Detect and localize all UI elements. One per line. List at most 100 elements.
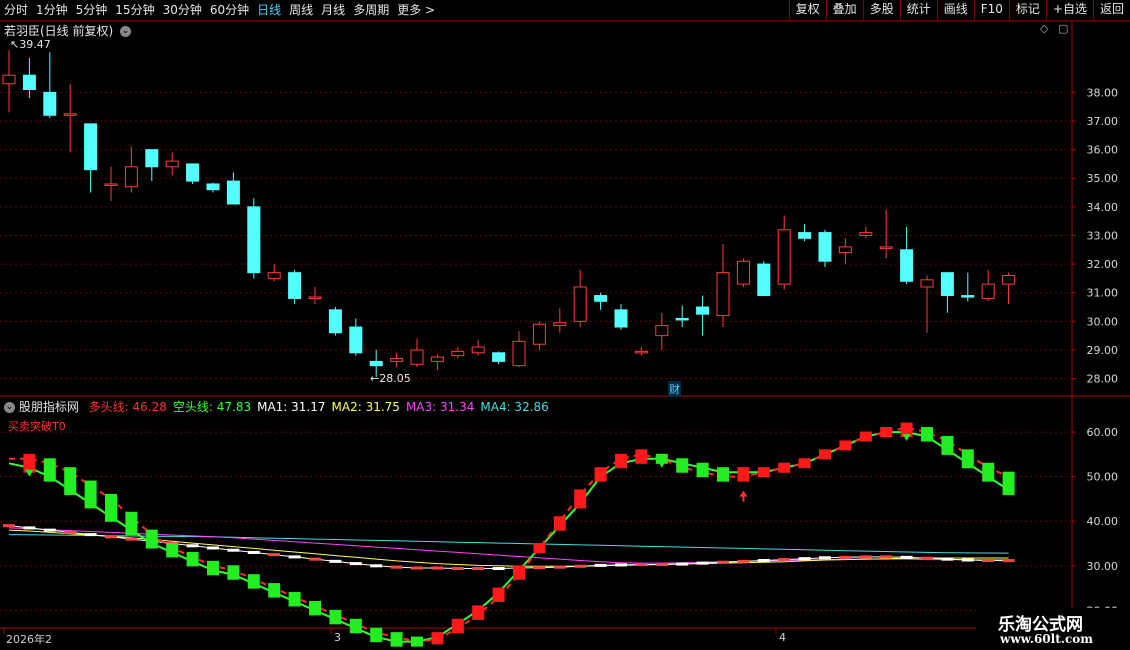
signal-block-19	[390, 632, 403, 647]
candle-body-30	[614, 309, 628, 328]
main-y-label-8: 30.00	[1087, 315, 1119, 328]
candle-body-18	[369, 360, 383, 367]
signal-block-40	[819, 449, 831, 460]
signal-block-34	[696, 462, 709, 478]
candle-body-34	[696, 306, 710, 315]
candle-body-15	[308, 296, 322, 299]
candle-body-23	[471, 346, 485, 354]
sell-arrow-3	[657, 460, 666, 468]
ma1-tick-43	[880, 555, 893, 559]
ma1-tick-30	[615, 563, 627, 567]
candle-body-39	[798, 232, 812, 239]
ma1-tick-38	[778, 558, 791, 562]
main-y-label-5: 33.00	[1087, 229, 1119, 242]
buy-arrow-1	[739, 490, 748, 502]
ma1-tick-11	[227, 548, 240, 552]
signal-block-2	[43, 458, 56, 482]
signal-block-48	[982, 462, 995, 482]
candle-body-0	[2, 74, 16, 85]
candle-body-6	[124, 166, 138, 188]
signal-block-26	[533, 542, 546, 553]
ma1-tick-3	[64, 530, 77, 534]
ma1-tick-40	[819, 556, 831, 560]
candle-body-19	[390, 358, 404, 362]
indicator-line-5: MA4: 32.86	[480, 400, 549, 414]
candle-body-33	[675, 317, 689, 321]
candle-body-44	[900, 249, 914, 282]
signal-block-43	[880, 427, 893, 438]
candle-body-24	[492, 352, 506, 362]
ma1-tick-42	[859, 555, 872, 559]
ma4-line	[8, 534, 1009, 554]
signal-block-21	[431, 632, 444, 645]
ma1-tick-48	[982, 558, 995, 562]
high-price-marker: ↖39.47	[10, 38, 51, 51]
candle-body-8	[165, 160, 179, 168]
candle-body-37	[757, 263, 771, 297]
ma1-tick-4	[84, 533, 97, 537]
signal-block-41	[839, 440, 852, 451]
candle-body-38	[777, 229, 791, 285]
ma1-tick-6	[125, 537, 138, 541]
ma1-tick-45	[921, 556, 933, 560]
candle-body-45	[920, 279, 934, 288]
signal-block-7	[145, 529, 158, 549]
ind-y-label-3: 30.00	[1087, 560, 1119, 573]
signal-block-47	[961, 449, 974, 469]
ma1-tick-41	[839, 555, 852, 559]
indicator-subtitle: 买卖突破T0	[8, 420, 66, 433]
candle-body-28	[573, 286, 587, 322]
indicator-collapse-icon[interactable]: ⌄	[4, 402, 15, 413]
signal-block-39	[798, 458, 811, 469]
indicator-line-0: 多头线: 46.28	[88, 400, 167, 414]
main-y-label-0: 38.00	[1087, 86, 1119, 99]
time-label-apr: 4	[779, 631, 786, 644]
ma1-tick-26	[533, 566, 546, 570]
signal-block-17	[349, 618, 362, 634]
box-icon[interactable]: ▢	[1058, 22, 1068, 35]
main-y-label-3: 35.00	[1087, 172, 1119, 185]
finance-marker[interactable]: 财	[668, 381, 681, 397]
kline-chart[interactable]: 38.00 37.00 36.00 35.00 34.00 33.00 32.00 31.00…	[0, 0, 1130, 650]
signal-block-29	[594, 467, 607, 482]
signal-block-28	[574, 489, 587, 509]
indicator-header: ⌄ 股朋指标网 多头线: 46.28 空头线: 47.83 MA1: 31.17 MA…	[4, 398, 549, 415]
signal-block-22	[451, 618, 464, 634]
candle-body-48	[981, 283, 995, 299]
ma2-line	[8, 529, 1009, 567]
candle-body-22	[451, 350, 465, 357]
main-chart-header: 若羽臣(日线 前复权) ⌄	[4, 22, 132, 39]
signal-block-36	[737, 467, 750, 482]
ind-y-label-1: 50.00	[1087, 471, 1119, 484]
signal-block-15	[309, 600, 321, 616]
diamond-icon[interactable]: ◇	[1040, 22, 1048, 35]
signal-block-42	[859, 431, 872, 442]
signal-block-10	[207, 560, 219, 576]
signal-block-16	[329, 609, 342, 625]
short-line	[8, 431, 1010, 643]
candle-body-40	[818, 232, 832, 262]
candle-body-35	[716, 272, 730, 317]
ma1-tick-34	[696, 561, 709, 565]
settings-circle-icon[interactable]: ⌄	[120, 26, 132, 37]
signal-block-37	[757, 467, 770, 478]
indicator-line-3: MA2: 31.75	[331, 400, 400, 414]
time-label-feb: 2026年2	[6, 633, 52, 646]
ma1-tick-44	[900, 555, 913, 559]
ma3-line	[8, 527, 1009, 564]
signal-block-27	[553, 516, 566, 531]
candle-body-1	[22, 74, 36, 91]
signal-block-13	[268, 583, 281, 598]
signal-block-11	[227, 565, 240, 580]
ma1-tick-2	[43, 528, 56, 532]
candle-body-46	[940, 272, 954, 297]
ma1-tick-15	[309, 557, 321, 561]
signal-block-9	[186, 551, 199, 567]
candle-body-41	[838, 246, 852, 254]
candle-body-32	[655, 325, 669, 337]
signal-block-25	[513, 565, 525, 580]
ma1-tick-19	[390, 565, 403, 569]
candle-body-4	[84, 123, 98, 171]
ma1-tick-5	[105, 535, 117, 539]
main-y-label-7: 31.00	[1087, 287, 1119, 300]
